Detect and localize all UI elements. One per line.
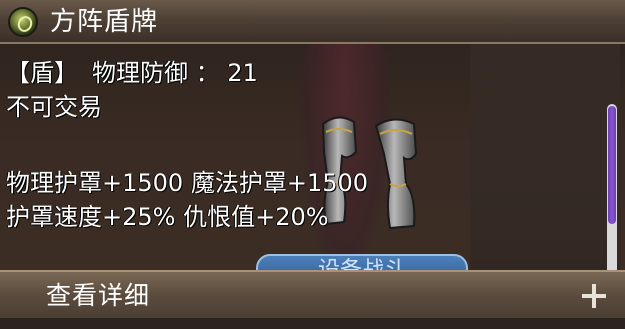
game-screen: 方阵盾牌 【盾】 物理防御 ： 21 不可交易 物理护罩+1500 魔法护罩+15… <box>0 0 625 329</box>
item-info-panel[interactable]: 【盾】 物理防御 ： 21 不可交易 物理护罩+1500 魔法护罩+1500 护罩… <box>0 50 625 314</box>
view-details-label: 查看详细 <box>46 281 151 310</box>
scrollbar-thumb[interactable] <box>608 106 616 224</box>
trade-status: 不可交易 <box>6 93 102 121</box>
view-details-bar[interactable]: 查看详细 <box>0 270 625 320</box>
bonus-line-shields: 物理护罩+1500 魔法护罩+1500 <box>6 169 369 197</box>
item-type-tag: 【盾】 <box>6 59 78 87</box>
item-title-bar: 方阵盾牌 <box>0 0 625 44</box>
bonus-line-speed-hate: 护罩速度+25% 仇恨值+20% <box>6 203 329 231</box>
physical-defense-value: 21 <box>227 59 258 87</box>
plus-icon[interactable] <box>582 284 606 308</box>
physical-defense-label: 物理防御 ： <box>92 59 220 87</box>
bottom-strip <box>0 320 625 329</box>
item-quality-orb-icon <box>8 7 38 37</box>
item-stat-line: 【盾】 物理防御 ： 21 <box>6 58 258 88</box>
item-title: 方阵盾牌 <box>50 7 159 37</box>
